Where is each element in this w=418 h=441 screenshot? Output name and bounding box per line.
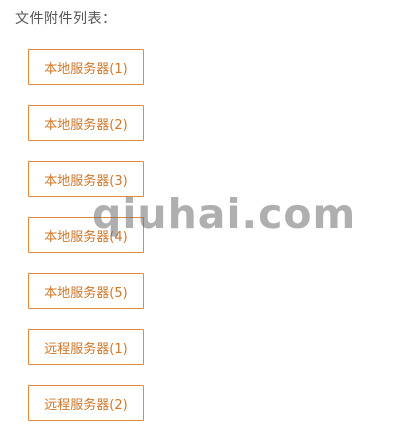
- local-server-3-button[interactable]: 本地服务器(3): [28, 161, 144, 197]
- list-item: 远程服务器(2): [28, 385, 144, 421]
- attachment-list-title: 文件附件列表：: [15, 11, 117, 27]
- local-server-5-button[interactable]: 本地服务器(5): [28, 273, 144, 309]
- list-item: 本地服务器(1): [28, 49, 144, 85]
- list-item: 本地服务器(4): [28, 217, 144, 253]
- local-server-4-button[interactable]: 本地服务器(4): [28, 217, 144, 253]
- list-item: 本地服务器(2): [28, 105, 144, 141]
- local-server-1-button[interactable]: 本地服务器(1): [28, 49, 144, 85]
- remote-server-1-button[interactable]: 远程服务器(1): [28, 329, 144, 365]
- list-item: 本地服务器(5): [28, 273, 144, 309]
- list-item: 远程服务器(1): [28, 329, 144, 365]
- local-server-2-button[interactable]: 本地服务器(2): [28, 105, 144, 141]
- list-item: 本地服务器(3): [28, 161, 144, 197]
- remote-server-2-button[interactable]: 远程服务器(2): [28, 385, 144, 421]
- attachment-button-list: 本地服务器(1) 本地服务器(2) 本地服务器(3) 本地服务器(4) 本地服务…: [28, 49, 144, 441]
